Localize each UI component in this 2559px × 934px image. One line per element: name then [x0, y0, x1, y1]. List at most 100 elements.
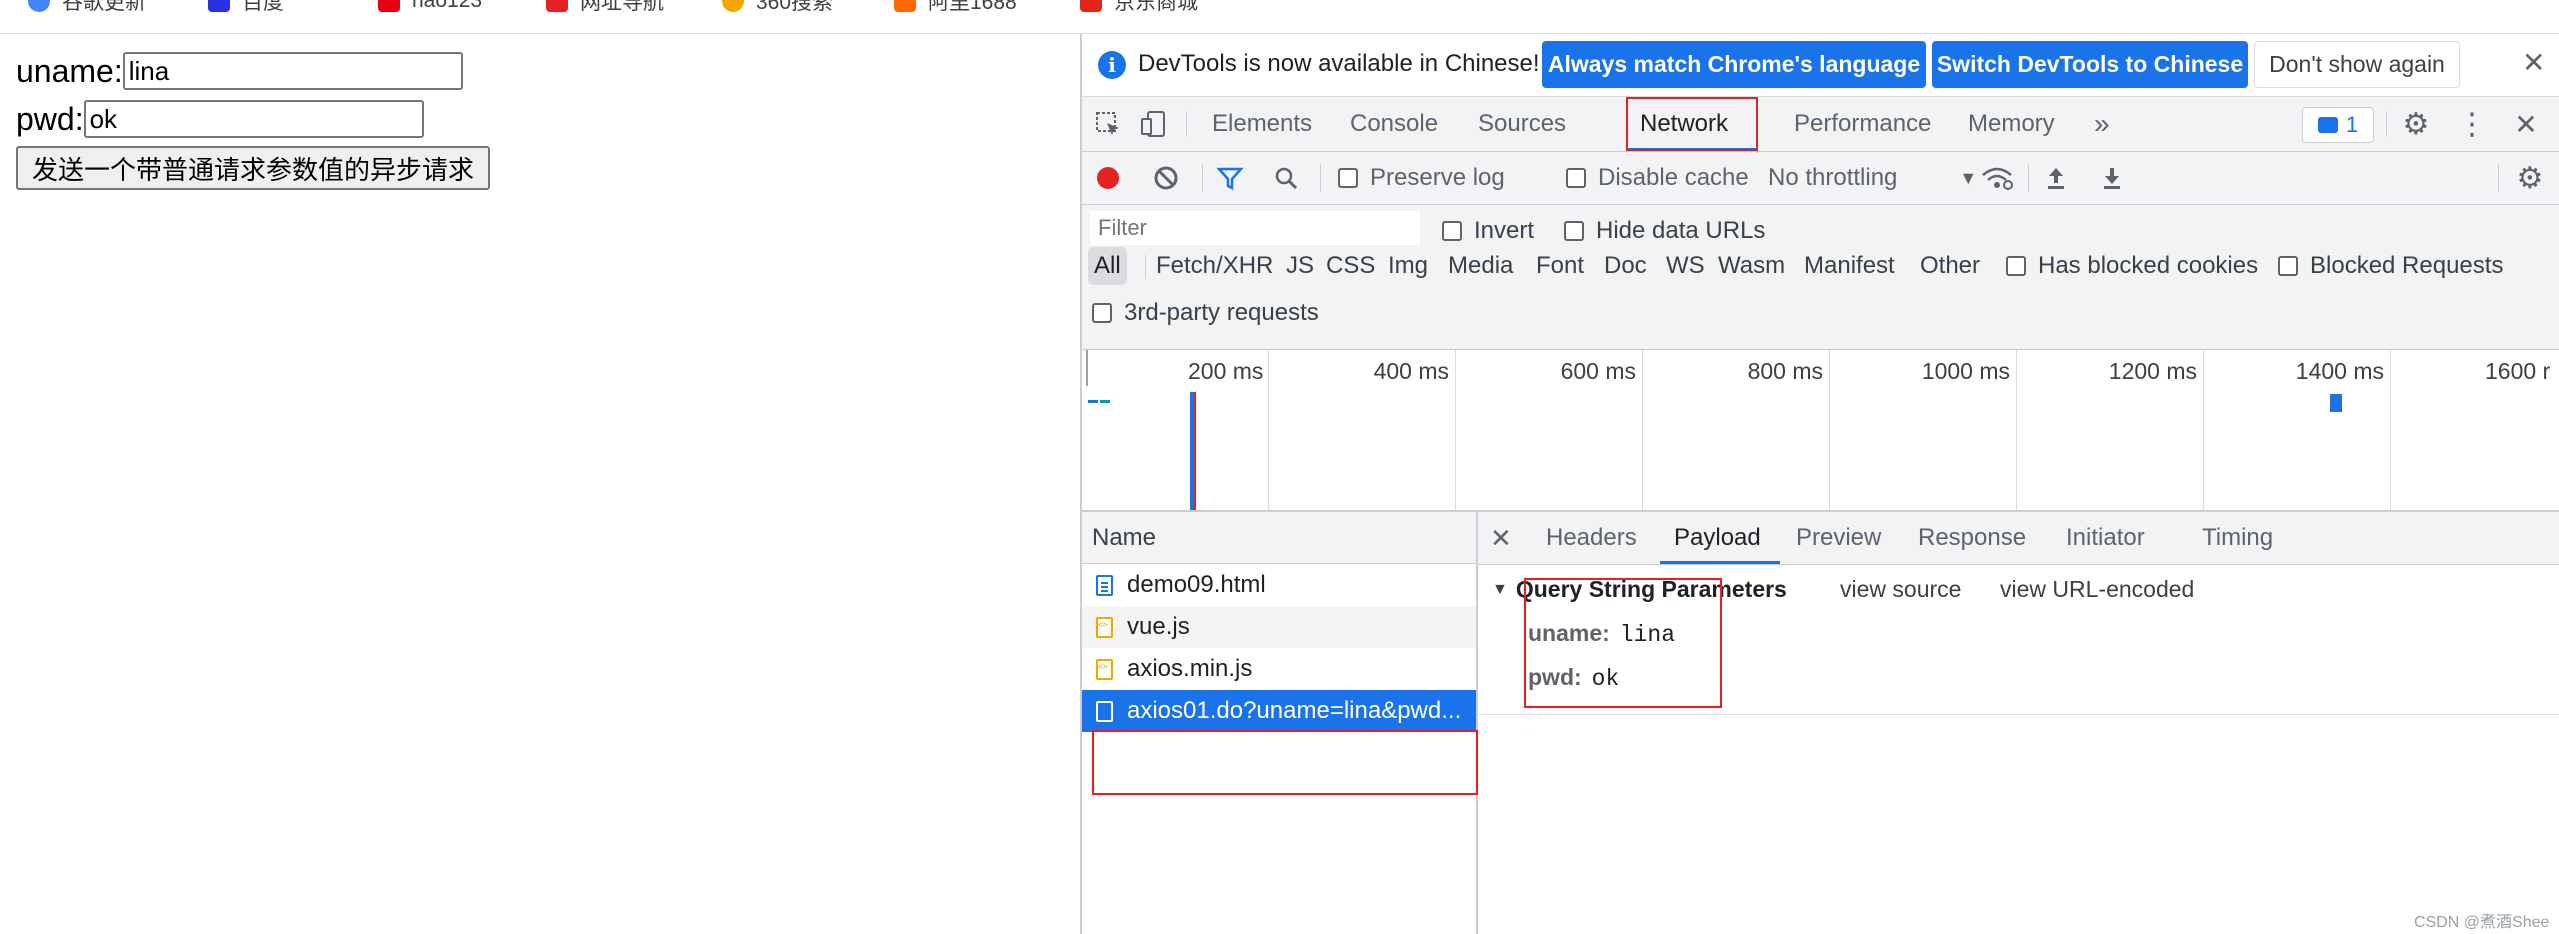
tab-sources[interactable]: Sources	[1478, 97, 1566, 151]
type-other[interactable]: Other	[1920, 247, 1980, 285]
bookmark-label: 京东商城	[1114, 0, 1198, 14]
checkbox[interactable]	[1092, 303, 1112, 323]
import-har-icon[interactable]	[2042, 164, 2070, 192]
checkbox[interactable]	[1564, 221, 1584, 241]
view-url-encoded-link[interactable]: view URL-encoded	[2000, 576, 2194, 603]
bookmark-360[interactable]: 360搜索	[722, 0, 833, 14]
device-toolbar-icon[interactable]	[1138, 108, 1170, 140]
network-overview-timeline[interactable]: 200 ms 400 ms 600 ms 800 ms 1000 ms 1200…	[1082, 350, 2559, 512]
blocked-requests-checkbox[interactable]: Blocked Requests	[2278, 252, 2503, 280]
network-settings-gear-icon[interactable]: ⚙	[2514, 162, 2546, 195]
type-ws[interactable]: WS	[1666, 247, 1705, 285]
tab-headers[interactable]: Headers	[1546, 512, 1637, 564]
tick-label: 400 ms	[1373, 358, 1449, 384]
send-request-button[interactable]: 发送一个带普通请求参数值的异步请求	[16, 146, 491, 190]
type-js[interactable]: JS	[1286, 247, 1314, 285]
tick-label: 1200 ms	[2108, 358, 2197, 384]
request-row-selected[interactable]: axios01.do?uname=lina&pwd...	[1082, 690, 1476, 732]
tab-payload[interactable]: Payload	[1674, 512, 1761, 564]
request-row[interactable]: axios.min.js	[1082, 648, 1476, 690]
close-devtools-icon[interactable]: ✕	[2510, 108, 2542, 140]
bookmark-google-update[interactable]: 谷歌更新	[28, 0, 146, 14]
type-font[interactable]: Font	[1536, 247, 1584, 285]
checkbox[interactable]	[1566, 168, 1586, 188]
type-css[interactable]: CSS	[1326, 247, 1375, 285]
tab-elements[interactable]: Elements	[1212, 97, 1312, 151]
switch-to-chinese-button[interactable]: Switch DevTools to Chinese	[1932, 41, 2248, 88]
clear-icon[interactable]	[1152, 164, 1180, 192]
more-options-icon[interactable]: ⋮	[2456, 108, 2488, 141]
bookmark-label: 百度	[242, 0, 284, 14]
request-bar	[1100, 400, 1110, 403]
hide-data-urls-checkbox[interactable]: Hide data URLs	[1564, 217, 1765, 245]
tab-preview[interactable]: Preview	[1796, 512, 1881, 564]
param-key: pwd:	[1528, 664, 1582, 690]
request-bar	[2330, 394, 2342, 412]
type-wasm[interactable]: Wasm	[1718, 247, 1785, 285]
export-har-icon[interactable]	[2098, 164, 2126, 192]
timeline-start-marker	[1086, 350, 1088, 386]
request-row[interactable]: vue.js	[1082, 606, 1476, 648]
type-manifest[interactable]: Manifest	[1804, 247, 1895, 285]
throttling-select[interactable]: No throttling ▼	[1768, 164, 1977, 192]
bookmark-baidu[interactable]: 百度	[208, 0, 284, 14]
type-media[interactable]: Media	[1448, 247, 1513, 285]
close-icon[interactable]: ✕	[2522, 46, 2545, 79]
type-all[interactable]: All	[1088, 247, 1127, 285]
always-match-language-button[interactable]: Always match Chrome's language	[1542, 41, 1926, 88]
issues-badge[interactable]: 1	[2302, 107, 2374, 143]
filter-icon[interactable]	[1216, 164, 1244, 192]
filter-input[interactable]	[1090, 211, 1420, 245]
has-blocked-cookies-label: Has blocked cookies	[2038, 252, 2259, 279]
dont-show-again-button[interactable]: Don't show again	[2254, 41, 2460, 88]
inspect-element-icon[interactable]	[1092, 108, 1124, 140]
type-img[interactable]: Img	[1388, 247, 1428, 285]
uname-row: uname:	[16, 52, 463, 90]
tab-performance[interactable]: Performance	[1794, 97, 1931, 151]
uname-input[interactable]	[122, 52, 463, 90]
type-doc[interactable]: Doc	[1604, 247, 1647, 285]
bookmark-2345[interactable]: 网址导航	[546, 0, 664, 14]
pwd-input[interactable]	[83, 100, 424, 138]
bookmark-hao123[interactable]: hao123	[378, 0, 482, 14]
bookmark-label: 阿里1688	[928, 0, 1017, 14]
checkbox[interactable]	[2278, 256, 2298, 276]
third-party-requests-checkbox[interactable]: 3rd-party requests	[1092, 299, 1319, 327]
bookmark-jd[interactable]: 京东商城	[1080, 0, 1198, 14]
pwd-row: pwd:	[16, 100, 424, 138]
uname-label: uname:	[16, 52, 123, 89]
tick-line	[2203, 350, 2204, 510]
tab-network[interactable]: Network	[1640, 97, 1728, 151]
disable-cache-checkbox[interactable]: Disable cache	[1566, 164, 1749, 192]
preserve-log-checkbox[interactable]: Preserve log	[1338, 164, 1505, 192]
name-column-header[interactable]: Name	[1082, 512, 1476, 564]
baidu-icon	[208, 0, 230, 12]
tab-memory[interactable]: Memory	[1968, 97, 2055, 151]
more-tabs-icon[interactable]: »	[2094, 97, 2110, 151]
page-content: uname: pwd: 发送一个带普通请求参数值的异步请求	[0, 34, 1080, 934]
record-icon[interactable]	[1094, 164, 1122, 192]
network-conditions-icon[interactable]	[1980, 164, 2014, 192]
tab-initiator[interactable]: Initiator	[2066, 512, 2145, 564]
close-detail-icon[interactable]: ✕	[1490, 512, 1512, 564]
request-row[interactable]: demo09.html	[1082, 564, 1476, 606]
settings-gear-icon[interactable]: ⚙	[2400, 108, 2432, 141]
view-source-link[interactable]: view source	[1840, 576, 1961, 603]
message-icon	[2317, 117, 2338, 133]
search-icon[interactable]	[1272, 164, 1300, 192]
checkbox[interactable]	[1338, 168, 1358, 188]
bookmark-1688[interactable]: 阿里1688	[894, 0, 1017, 14]
hao123-icon	[378, 0, 400, 12]
third-party-requests-label: 3rd-party requests	[1124, 299, 1319, 326]
type-fetch-xhr[interactable]: Fetch/XHR	[1156, 247, 1273, 285]
tab-timing[interactable]: Timing	[2202, 512, 2273, 564]
tab-response[interactable]: Response	[1918, 512, 2026, 564]
invert-checkbox[interactable]: Invert	[1442, 217, 1534, 245]
devtools-panel: i DevTools is now available in Chinese! …	[1080, 34, 2559, 934]
has-blocked-cookies-checkbox[interactable]: Has blocked cookies	[2006, 252, 2258, 280]
tick-line	[1268, 350, 1269, 510]
section-header[interactable]: ▼ Query String Parameters	[1492, 576, 1787, 603]
checkbox[interactable]	[2006, 256, 2026, 276]
tab-console[interactable]: Console	[1350, 97, 1438, 151]
checkbox[interactable]	[1442, 221, 1462, 241]
